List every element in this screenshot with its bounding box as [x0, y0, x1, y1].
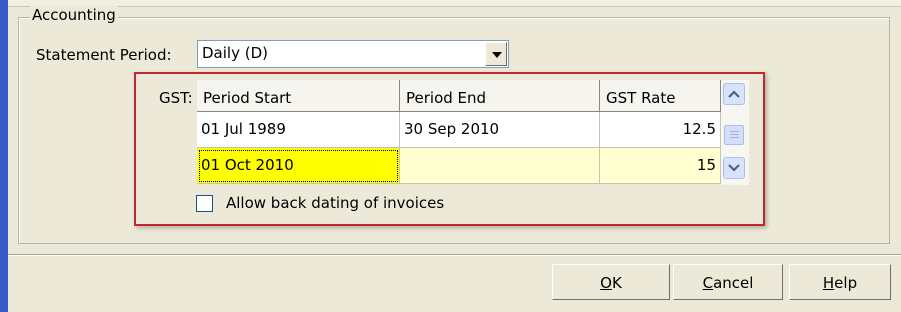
statement-period-select[interactable]: Daily (D): [197, 40, 509, 68]
help-label-rest: elp: [834, 274, 858, 292]
gst-label: GST:: [159, 89, 193, 107]
window-left-border: [0, 0, 8, 312]
allow-backdating-checkbox[interactable]: [196, 195, 213, 212]
statement-period-value: Daily (D): [202, 44, 268, 62]
groupbox-title: Accounting: [30, 6, 118, 24]
scroll-down-icon[interactable]: [723, 157, 745, 179]
scroll-up-icon[interactable]: [723, 83, 745, 105]
column-header-gst-rate[interactable]: GST Rate: [600, 80, 721, 112]
cancel-label-rest: ancel: [713, 274, 754, 292]
cell-period-end[interactable]: 30 Sep 2010: [400, 112, 600, 148]
column-header-period-end[interactable]: Period End: [400, 80, 600, 112]
cancel-access-key: C: [702, 274, 714, 292]
ok-access-key: O: [600, 274, 612, 292]
top-edge: [8, 0, 901, 7]
cell-gst-rate[interactable]: 15: [600, 148, 721, 184]
ok-button[interactable]: OK: [552, 264, 670, 300]
cell-period-end[interactable]: [400, 148, 600, 184]
statement-period-label: Statement Period:: [36, 46, 172, 64]
ok-label-rest: K: [611, 274, 622, 292]
button-bar-separator: [8, 254, 901, 256]
column-header-period-start[interactable]: Period Start: [197, 80, 400, 112]
help-access-key: H: [822, 274, 835, 292]
allow-backdating-label[interactable]: Allow back dating of invoices: [226, 194, 444, 212]
cell-period-start[interactable]: 01 Jul 1989: [197, 112, 400, 148]
cell-period-start-current[interactable]: 01 Oct 2010: [197, 148, 400, 184]
scroll-thumb[interactable]: [724, 125, 744, 145]
help-button[interactable]: Help: [789, 264, 891, 300]
grid-scrollbar[interactable]: [721, 80, 749, 185]
cancel-button[interactable]: Cancel: [673, 264, 783, 300]
gst-rate-grid[interactable]: Period Start Period End GST Rate 01 Jul …: [197, 80, 721, 185]
dropdown-arrow-icon[interactable]: [485, 42, 507, 66]
cell-gst-rate[interactable]: 12.5: [600, 112, 721, 148]
